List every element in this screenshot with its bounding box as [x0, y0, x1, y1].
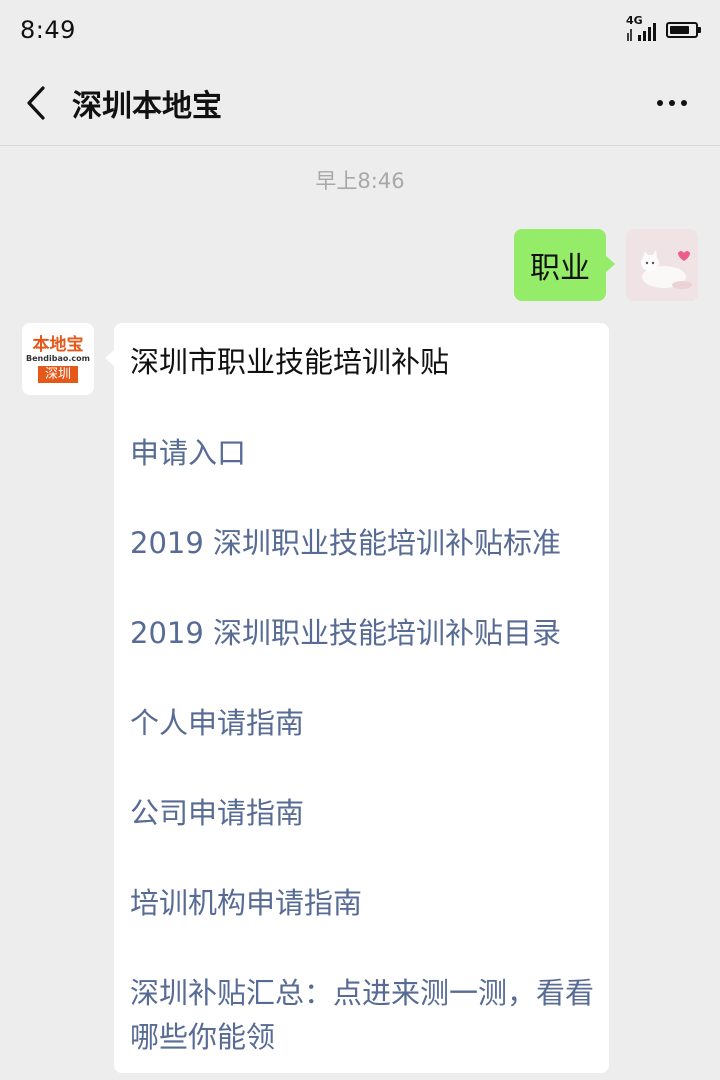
status-bar: 8:49 4G — [0, 0, 720, 60]
battery-level — [670, 26, 690, 34]
cat-avatar-image — [626, 229, 698, 301]
message-timestamp: 早上8:46 — [315, 169, 405, 193]
network-type: 4G — [626, 14, 643, 27]
link-subsidy-summary[interactable]: 深圳补贴汇总：点进来测一测，看看哪些你能领 — [130, 971, 605, 1059]
more-icon-dot — [681, 99, 687, 106]
status-icons: 4G — [626, 14, 701, 43]
link-subsidy-catalog[interactable]: 2019 深圳职业技能培训补贴目录 — [130, 611, 605, 655]
signal-icon: 4G — [626, 14, 658, 43]
link-apply-entry[interactable]: 申请入口 — [130, 431, 605, 475]
more-icon — [657, 99, 663, 106]
back-button[interactable] — [0, 60, 72, 146]
my-avatar[interactable] — [626, 229, 698, 301]
more-icon-dot — [669, 99, 675, 106]
nav-bar: 深圳本地宝 — [0, 60, 720, 146]
battery-icon — [666, 22, 701, 38]
status-time: 8:49 — [20, 16, 76, 44]
more-button[interactable] — [624, 60, 720, 146]
incoming-message-bubble: 深圳市职业技能培训补贴 申请入口 2019 深圳职业技能培训补贴标准 2019 … — [105, 323, 609, 1073]
bendibao-avatar[interactable]: 本地宝 Bendibao.com 深圳 — [22, 323, 94, 395]
chat-title: 深圳本地宝 — [72, 88, 222, 124]
link-institution-guide[interactable]: 培训机构申请指南 — [130, 881, 605, 925]
link-personal-guide[interactable]: 个人申请指南 — [130, 701, 605, 745]
outgoing-message-bubble[interactable]: 职业 — [514, 229, 615, 301]
logo-city: 深圳 — [37, 365, 78, 383]
link-subsidy-standard[interactable]: 2019 深圳职业技能培训补贴标准 — [130, 521, 605, 565]
logo-text: 本地宝 — [32, 334, 84, 355]
back-arrow-icon — [27, 85, 45, 120]
message-title: 深圳市职业技能培训补贴 — [130, 345, 450, 379]
link-company-guide[interactable]: 公司申请指南 — [130, 791, 605, 835]
logo-subtext: Bendibao.com — [26, 353, 90, 363]
